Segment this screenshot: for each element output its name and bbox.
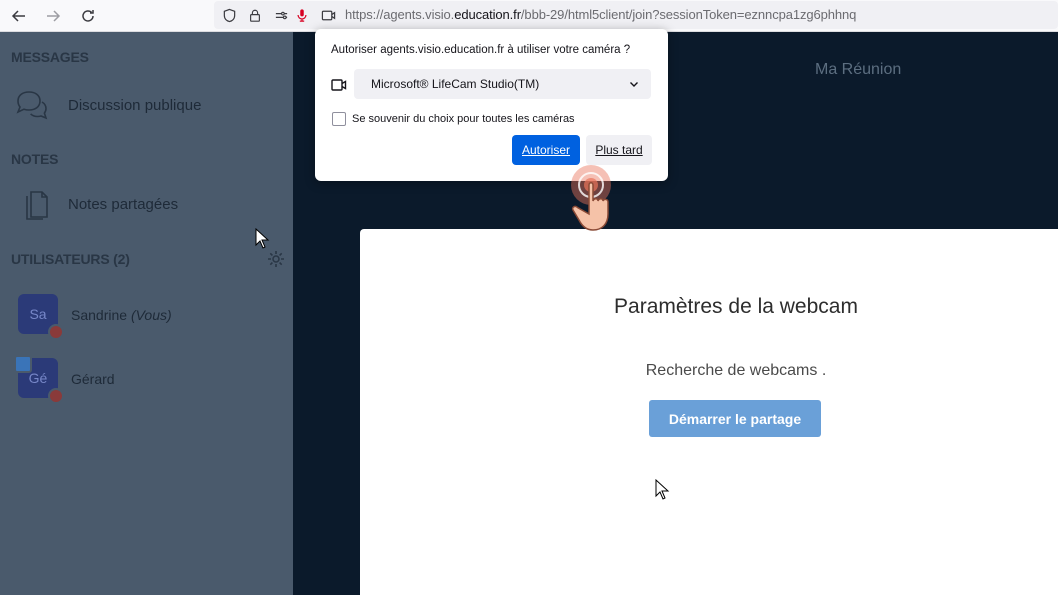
click-hand-icon [571, 165, 611, 231]
notes-document-icon [26, 191, 48, 220]
messages-header: MESSAGES [11, 49, 89, 65]
chat-bubbles-icon [16, 91, 48, 120]
start-sharing-button[interactable]: Démarrer le partage [649, 400, 821, 437]
shared-notes-item[interactable]: Notes partagées [22, 187, 178, 221]
back-button[interactable] [7, 4, 31, 28]
webcam-search-status: Recherche de webcams . [645, 362, 827, 379]
remember-checkbox[interactable] [332, 112, 346, 126]
camera-permission-icon[interactable] [320, 7, 336, 23]
mouse-pointer-icon [255, 228, 270, 249]
back-arrow-icon [11, 10, 25, 22]
remember-label: Se souvenir du choix pour toutes les cam… [352, 113, 575, 125]
users-header: UTILISATEURS (2) [11, 251, 130, 267]
public-chat-item[interactable]: Discussion publique [14, 88, 201, 122]
url-bar[interactable]: https://agents.visio.education.fr/bbb-29… [214, 1, 1058, 29]
avatar: Sa [18, 294, 64, 340]
later-button-label: Plus tard [595, 143, 643, 157]
forward-arrow-icon [47, 10, 61, 22]
presenter-icon [14, 355, 32, 373]
shared-notes-label: Notes partagées [68, 195, 179, 213]
mouse-pointer-icon [655, 479, 670, 500]
reload-button[interactable] [76, 4, 100, 28]
allow-button-label: Autoriser [521, 143, 571, 157]
user-you-tag: (Vous) [130, 307, 172, 323]
permissions-icon[interactable] [273, 7, 289, 23]
url-text[interactable]: https://agents.visio.education.fr/bbb-29… [345, 7, 856, 22]
url-path: /bbb-29/html5client/join?sessionToken=ez… [520, 7, 857, 22]
users-settings-gear-icon[interactable] [266, 249, 286, 269]
forward-button[interactable] [41, 4, 65, 28]
camera-select-value: Microsoft® LifeCam Studio(TM) [371, 77, 540, 91]
muted-mic-icon [48, 388, 64, 404]
muted-mic-icon [48, 324, 64, 340]
public-chat-label: Discussion publique [68, 96, 202, 114]
camera-icon [331, 79, 347, 91]
tracking-protection-shield-icon[interactable] [221, 7, 237, 23]
user-name-text: Sandrine [71, 307, 128, 323]
notes-header: NOTES [11, 151, 59, 167]
avatar-initials: Sa [29, 306, 47, 322]
modal-title: Paramètres de la webcam [614, 295, 858, 318]
meeting-title: Ma Réunion [815, 61, 902, 78]
reload-icon [82, 10, 94, 22]
user-name: Sandrine (Vous) [71, 307, 172, 323]
allow-button[interactable]: Autoriser [512, 135, 580, 165]
url-prefix: https://agents.visio. [345, 7, 455, 22]
sidebar: MESSAGES Discussion publique NOTES Notes… [0, 32, 293, 595]
avatar-initials: Gé [28, 370, 48, 386]
permission-message: Autoriser agents.visio.education.fr à ut… [331, 44, 631, 56]
microphone-icon[interactable] [294, 7, 310, 23]
camera-permission-popup: Autoriser agents.visio.education.fr à ut… [315, 29, 668, 181]
user-name-text: Gérard [71, 371, 115, 387]
later-button[interactable]: Plus tard [586, 135, 652, 165]
url-domain: education.fr [454, 7, 521, 22]
chevron-down-icon [630, 82, 638, 87]
camera-select[interactable]: Microsoft® LifeCam Studio(TM) [354, 69, 651, 99]
lock-icon[interactable] [247, 7, 263, 23]
user-name: Gérard [71, 371, 115, 387]
webcam-settings-modal: Paramètres de la webcam Recherche de web… [360, 229, 1058, 595]
browser-toolbar: https://agents.visio.education.fr/bbb-29… [0, 0, 1058, 32]
